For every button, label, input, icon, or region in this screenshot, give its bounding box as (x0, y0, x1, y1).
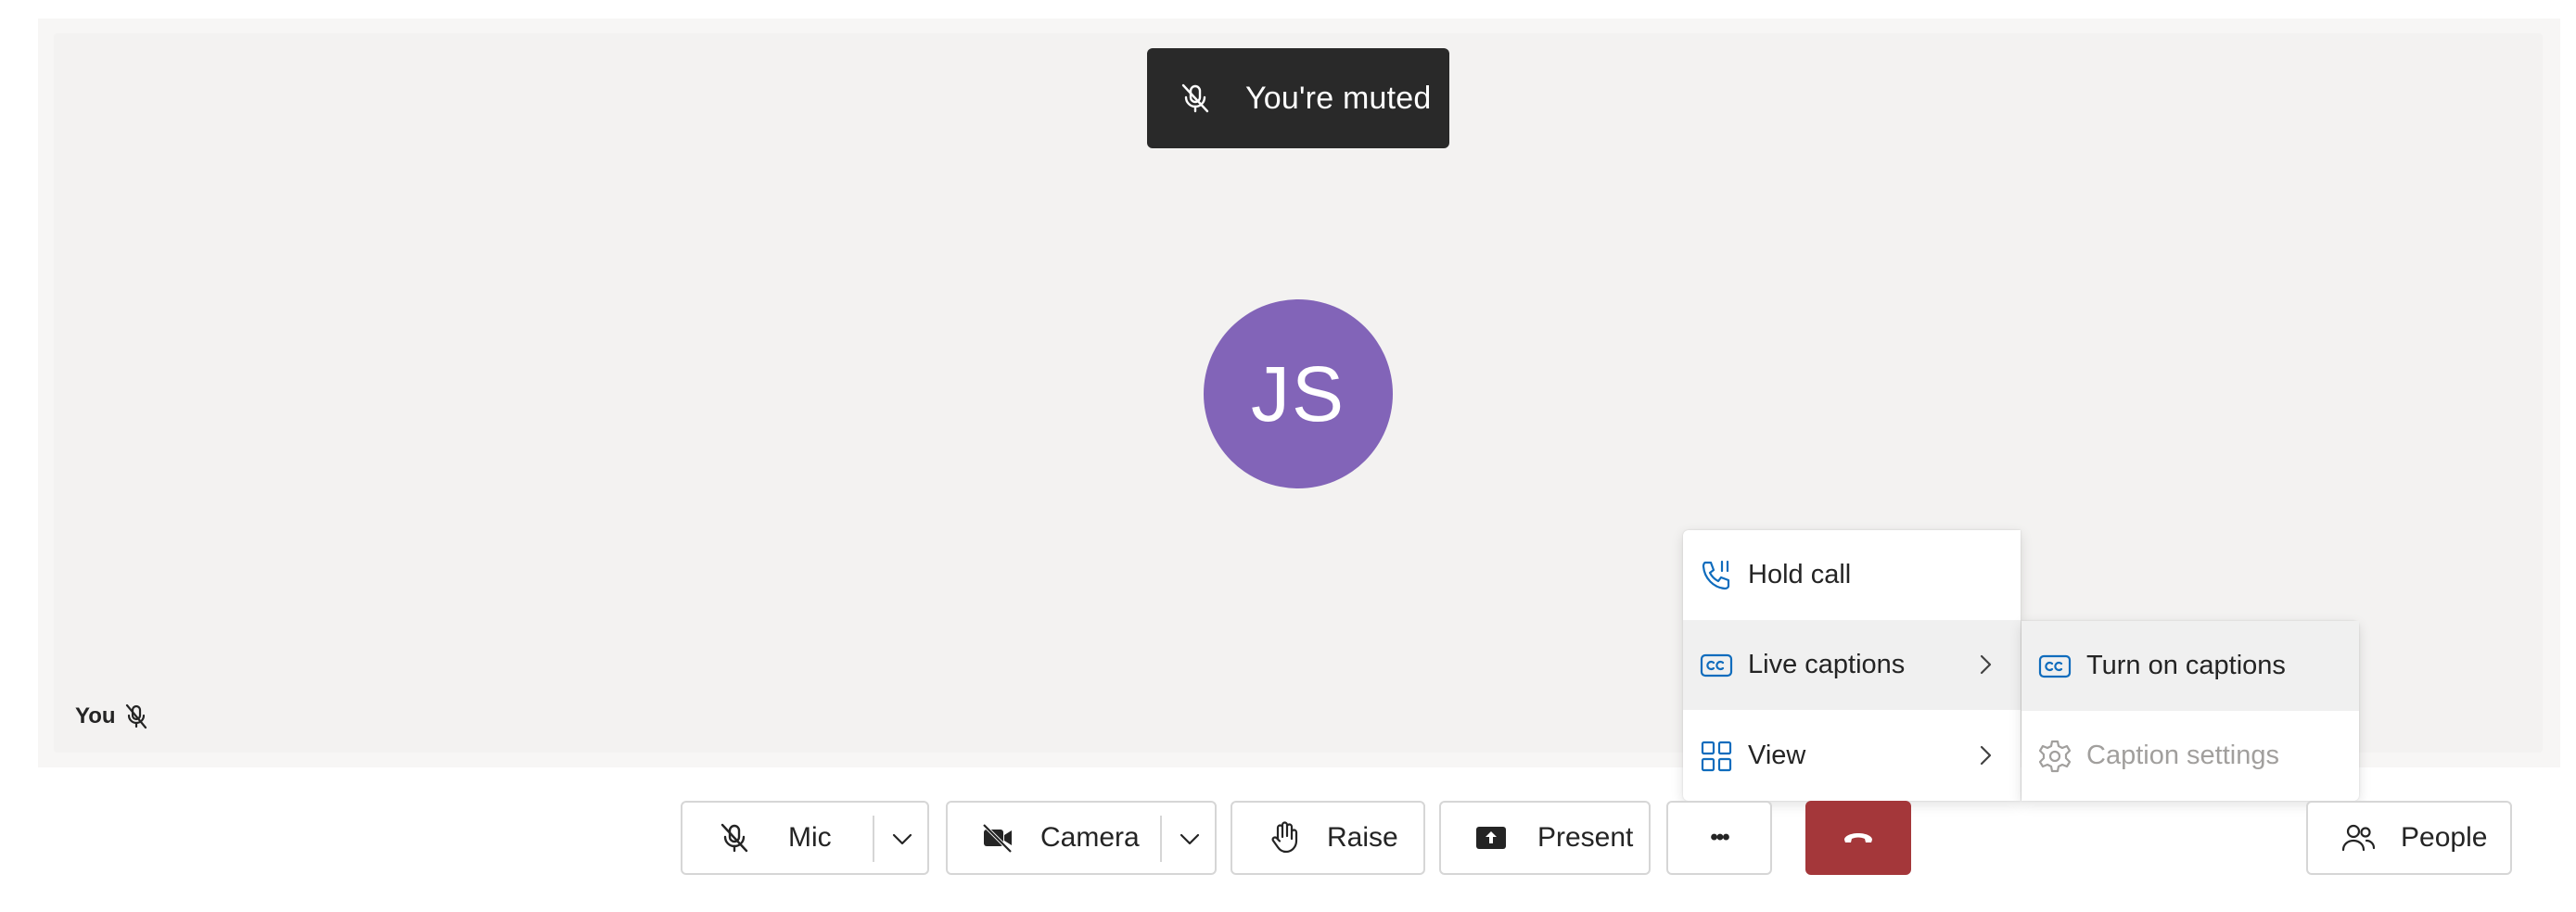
share-screen-icon (1473, 819, 1510, 856)
camera-button[interactable]: Camera (948, 803, 1156, 873)
menu-item-turn-on-captions[interactable]: Turn on captions (2021, 621, 2359, 711)
camera-off-icon (979, 819, 1016, 856)
more-actions-menu: Hold call Live captions View (1683, 530, 2021, 801)
leave-call-button[interactable] (1805, 801, 1911, 875)
raise-hand-button[interactable]: Raise (1231, 801, 1425, 875)
camera-split-button: Camera (946, 801, 1217, 875)
muted-toast: You're muted (1147, 48, 1449, 148)
menu-item-label: Hold call (1748, 560, 1852, 589)
hang-up-icon (1840, 819, 1877, 856)
participant-avatar: JS (1204, 299, 1393, 488)
muted-toast-text: You're muted (1245, 80, 1432, 116)
phone-hold-icon (1698, 557, 1735, 594)
camera-label: Camera (1040, 822, 1140, 853)
people-button[interactable]: People (2306, 801, 2512, 875)
closed-captions-icon (2036, 648, 2073, 685)
more-actions-button[interactable]: ••• (1666, 801, 1772, 875)
menu-item-caption-settings[interactable]: Caption settings (2021, 711, 2359, 801)
mic-button[interactable]: Mic (682, 803, 868, 873)
present-button[interactable]: Present (1439, 801, 1651, 875)
self-name: You (75, 703, 116, 728)
self-video-label: You (75, 702, 151, 731)
live-captions-submenu: Turn on captions Caption settings (2021, 621, 2359, 801)
mic-options-chevron-down-icon[interactable] (885, 821, 920, 856)
camera-options-chevron-down-icon[interactable] (1172, 821, 1207, 856)
chevron-right-icon (1969, 648, 2002, 681)
grid-view-icon (1698, 738, 1735, 775)
menu-item-live-captions[interactable]: Live captions (1683, 620, 2021, 710)
menu-item-label: Live captions (1748, 650, 1906, 679)
menu-item-label: View (1748, 741, 1806, 770)
closed-captions-icon (1698, 647, 1735, 684)
split-divider (873, 816, 874, 862)
people-icon (2340, 819, 2377, 856)
mic-off-icon (716, 819, 753, 856)
people-label: People (2401, 822, 2488, 853)
present-label: Present (1537, 822, 1634, 853)
menu-item-hold-call[interactable]: Hold call (1683, 530, 2021, 620)
gear-icon (2036, 738, 2073, 775)
more-icon: ••• (1710, 825, 1729, 850)
split-divider (1160, 816, 1162, 862)
menu-item-label: Caption settings (2086, 741, 2279, 770)
hand-icon (1266, 819, 1303, 856)
menu-item-view[interactable]: View (1683, 711, 2021, 801)
mic-off-icon (1177, 80, 1214, 117)
raise-label: Raise (1327, 822, 1398, 853)
mic-label: Mic (788, 822, 832, 853)
chevron-right-icon (1969, 739, 2002, 772)
menu-item-label: Turn on captions (2086, 651, 2286, 680)
mic-off-icon (121, 702, 151, 731)
mic-split-button: Mic (681, 801, 929, 875)
